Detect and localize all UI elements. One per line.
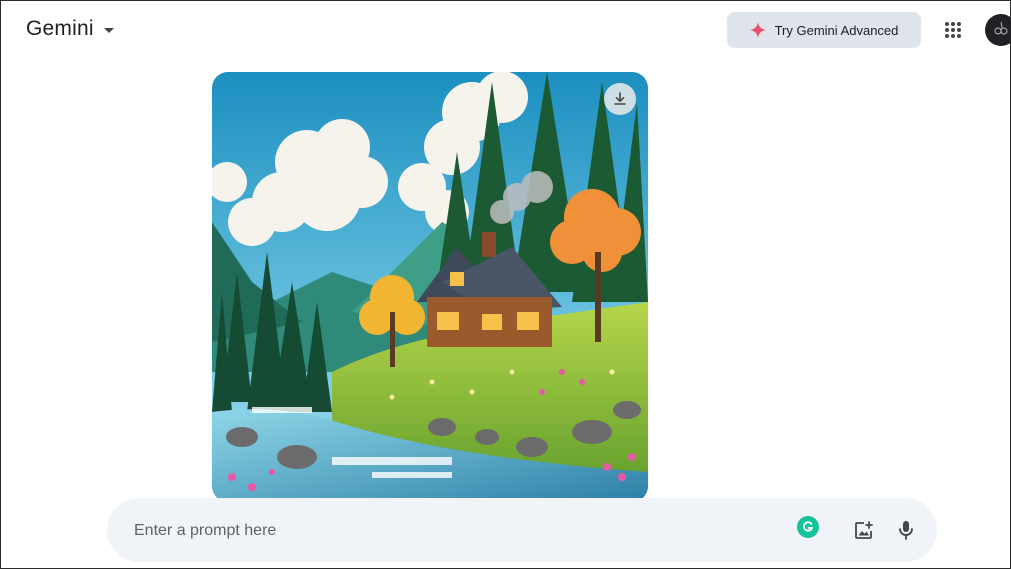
microphone-button[interactable]	[896, 519, 916, 546]
add-image-icon	[855, 521, 873, 539]
download-icon	[614, 92, 626, 105]
app-title: Gemini	[26, 17, 94, 40]
download-button[interactable]	[604, 83, 636, 115]
try-gemini-advanced-button[interactable]: Try Gemini Advanced	[727, 12, 921, 48]
try-advanced-label: Try Gemini Advanced	[774, 22, 899, 38]
prompt-bar	[107, 498, 937, 562]
cabin-landscape-image	[212, 72, 648, 502]
top-bar: Gemini Try Gemini Advanced	[1, 1, 1011, 61]
microphone-icon	[899, 521, 913, 540]
account-avatar[interactable]	[985, 14, 1011, 46]
add-image-button[interactable]	[853, 519, 875, 546]
prompt-input[interactable]	[132, 518, 776, 544]
apps-grid-icon[interactable]	[939, 16, 967, 44]
sparkle-icon	[749, 22, 766, 38]
grammarly-icon[interactable]	[797, 516, 819, 538]
generated-image[interactable]	[212, 72, 648, 502]
model-switcher[interactable]: Gemini	[26, 17, 114, 41]
caret-down-icon	[103, 28, 114, 33]
